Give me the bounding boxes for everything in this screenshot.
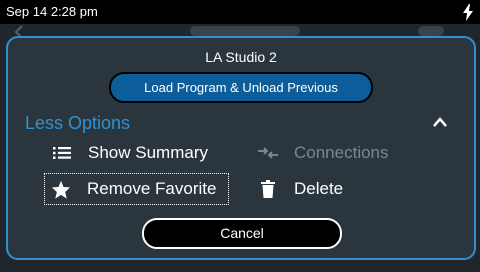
show-summary-label: Show Summary xyxy=(88,143,208,162)
remove-favorite-option[interactable]: Remove Favorite xyxy=(44,173,229,205)
connections-label: Connections xyxy=(294,143,389,162)
background-title xyxy=(190,26,300,36)
status-bar: Sep 14 2:28 pm xyxy=(0,0,480,24)
delete-option[interactable]: Delete xyxy=(252,175,343,203)
show-summary-option[interactable]: Show Summary xyxy=(46,139,208,167)
remove-favorite-label: Remove Favorite xyxy=(87,179,217,198)
load-program-button[interactable]: Load Program & Unload Previous xyxy=(109,72,373,103)
status-time: Sep 14 2:28 pm xyxy=(6,4,98,19)
chevron-up-icon[interactable] xyxy=(432,116,448,128)
background-header-icon xyxy=(418,26,444,36)
bolt-icon xyxy=(463,4,473,21)
program-options-dialog: LA Studio 2 Load Program & Unload Previo… xyxy=(6,36,476,260)
dialog-title: LA Studio 2 xyxy=(205,49,277,65)
connections-icon xyxy=(252,143,284,163)
less-options-toggle[interactable]: Less Options xyxy=(25,113,130,134)
delete-label: Delete xyxy=(294,179,344,198)
list-icon xyxy=(46,143,78,163)
star-icon xyxy=(45,179,77,199)
cancel-button[interactable]: Cancel xyxy=(142,218,342,249)
connections-option[interactable]: Connections xyxy=(252,139,389,167)
trash-icon xyxy=(252,179,284,199)
